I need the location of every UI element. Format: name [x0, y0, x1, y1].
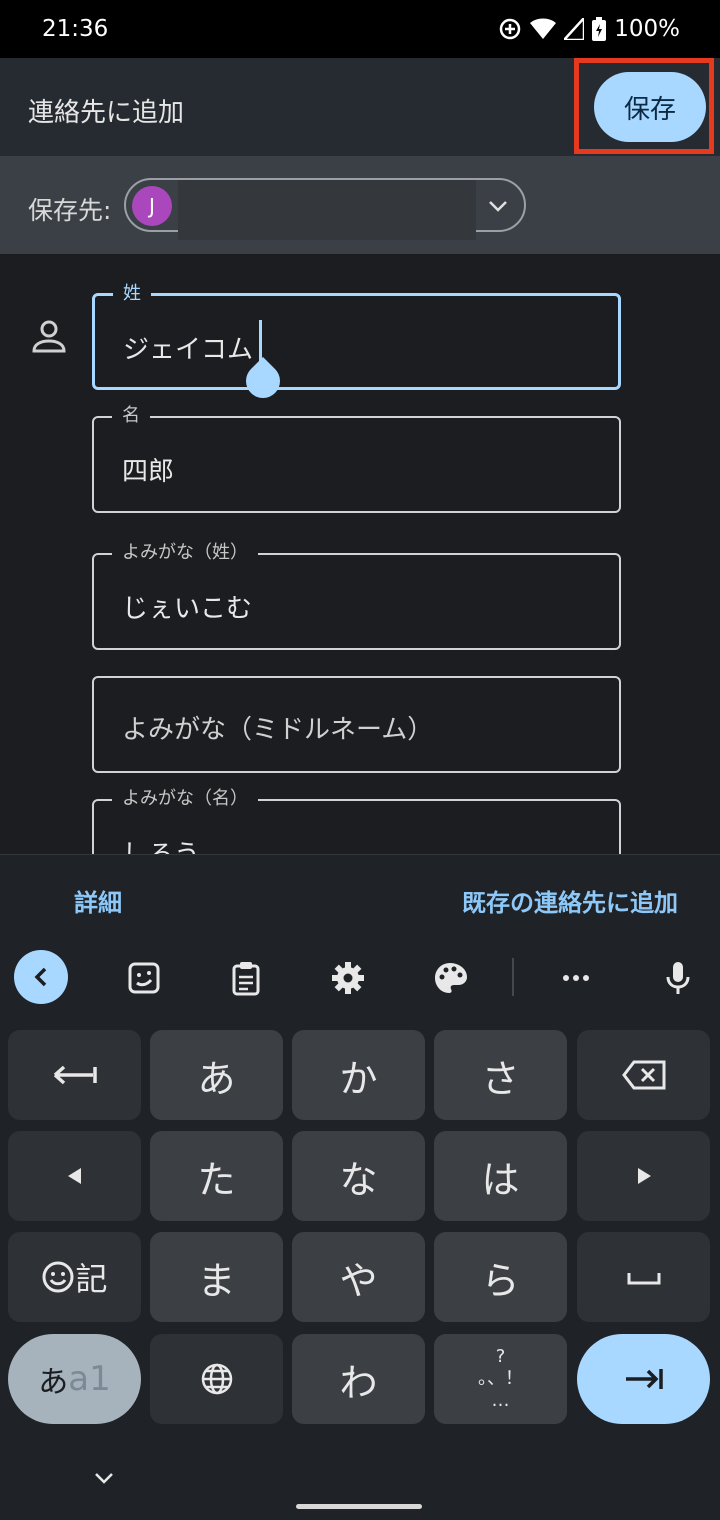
first-name-label: 名 — [112, 404, 150, 428]
phonetic-last-name-value: じぇいこむ — [122, 594, 253, 624]
key-wa[interactable]: わ — [292, 1334, 425, 1424]
more-horizontal-icon — [563, 975, 589, 981]
globe-icon — [201, 1363, 232, 1395]
triangle-right-icon — [637, 1168, 651, 1184]
punct-bottom: … — [491, 1390, 510, 1411]
last-name-field[interactable]: 姓 ジェイコム — [92, 282, 621, 406]
keyboard-hide-icon[interactable] — [92, 1466, 116, 1490]
key-a[interactable]: あ — [150, 1030, 283, 1120]
chevron-left-icon — [34, 967, 47, 987]
mode-kana-label: あ — [38, 1365, 69, 1400]
save-to-label: 保存先: — [28, 196, 112, 225]
add-to-existing-button[interactable]: 既存の連絡先に追加 — [462, 883, 678, 918]
toolbar-divider — [512, 958, 514, 996]
sticker-icon — [128, 962, 160, 994]
account-selector[interactable]: J — [124, 178, 526, 240]
sticker-button[interactable] — [124, 958, 164, 998]
account-name-redacted — [178, 180, 476, 240]
phonetic-middle-name-field[interactable]: よみがな（ミドルネーム） — [92, 676, 621, 773]
key-ha[interactable]: は — [434, 1131, 567, 1221]
status-icons: 100% — [498, 16, 680, 42]
undo-arrow-icon — [53, 1065, 97, 1085]
theme-button[interactable] — [430, 958, 470, 998]
text-cursor — [259, 320, 262, 362]
phonetic-first-name-label: よみがな（名） — [112, 787, 258, 811]
settings-button[interactable] — [328, 958, 368, 998]
key-ya[interactable]: や — [292, 1232, 425, 1322]
clipboard-icon — [232, 962, 260, 996]
symbols-label: 記 — [75, 1260, 108, 1298]
save-button[interactable]: 保存 — [594, 72, 706, 142]
action-bar: 詳細 既存の連絡先に追加 — [0, 854, 720, 939]
details-button[interactable]: 詳細 — [74, 883, 122, 918]
chevron-down-icon — [489, 201, 507, 212]
avatar: J — [132, 186, 172, 226]
wifi-icon — [530, 18, 557, 39]
contact-form: 姓 ジェイコム 名 四郎 よみがな（姓） じぇいこむ よみがな（ミドルネーム） … — [0, 254, 720, 854]
gesture-nav-bar[interactable] — [296, 1504, 422, 1509]
status-bar: 21:36 100% — [0, 0, 720, 58]
phonetic-last-name-field[interactable]: よみがな（姓） じぇいこむ — [92, 541, 621, 650]
input-mode-key[interactable]: あ a1 — [8, 1334, 141, 1424]
undo-key[interactable] — [8, 1030, 141, 1120]
gear-icon — [332, 962, 364, 994]
app-bar: 連絡先に追加 保存 — [0, 58, 720, 156]
cursor-left-key[interactable] — [8, 1131, 141, 1221]
keyboard-back-button[interactable] — [14, 950, 68, 1004]
next-field-key[interactable] — [577, 1334, 710, 1424]
keyboard-toolbar — [0, 938, 720, 1020]
keyboard: あ か さ た な は 記 ま や ら あ a1 わ ? 。、！ … — [0, 938, 720, 1520]
page-title: 連絡先に追加 — [28, 98, 185, 128]
save-to-row: 保存先: J — [0, 156, 720, 254]
last-name-value: ジェイコム — [123, 335, 254, 365]
palette-icon — [435, 963, 467, 993]
phonetic-first-name-value: しろう — [122, 834, 200, 854]
key-na[interactable]: な — [292, 1131, 425, 1221]
status-time: 21:36 — [42, 16, 109, 42]
signal-icon — [564, 18, 585, 40]
punctuation-key[interactable]: ? 。、！ … — [434, 1334, 567, 1424]
person-icon — [32, 320, 66, 353]
space-key[interactable] — [577, 1232, 710, 1322]
clipboard-button[interactable] — [226, 958, 266, 998]
phonetic-first-name-field[interactable]: よみがな（名） しろう — [92, 787, 621, 854]
emoji-symbols-key[interactable]: 記 — [8, 1232, 141, 1322]
more-button[interactable] — [556, 958, 596, 998]
language-key[interactable] — [150, 1334, 283, 1424]
backspace-key[interactable] — [577, 1030, 710, 1120]
key-ka[interactable]: か — [292, 1030, 425, 1120]
punct-mid: 。、！ — [478, 1368, 523, 1389]
punct-top: ? — [495, 1346, 506, 1367]
microphone-icon — [666, 962, 690, 994]
cursor-right-key[interactable] — [577, 1131, 710, 1221]
key-ma[interactable]: ま — [150, 1232, 283, 1322]
tab-arrow-icon — [625, 1369, 663, 1389]
data-saver-icon — [499, 18, 521, 40]
phonetic-middle-name-placeholder: よみがな（ミドルネーム） — [122, 715, 434, 745]
first-name-field[interactable]: 名 四郎 — [92, 404, 621, 513]
battery-charging-icon — [592, 17, 607, 41]
battery-percent: 100% — [614, 16, 680, 42]
smiley-icon — [42, 1261, 74, 1293]
key-ra[interactable]: ら — [434, 1232, 567, 1322]
voice-input-button[interactable] — [658, 958, 698, 998]
phonetic-last-name-label: よみがな（姓） — [112, 541, 258, 565]
last-name-label: 姓 — [113, 282, 151, 306]
first-name-value: 四郎 — [122, 457, 175, 487]
triangle-left-icon — [67, 1168, 81, 1184]
key-ta[interactable]: た — [150, 1131, 283, 1221]
space-icon — [627, 1273, 660, 1285]
mode-alpha-label: a1 — [68, 1359, 111, 1399]
key-sa[interactable]: さ — [434, 1030, 567, 1120]
backspace-icon — [621, 1060, 665, 1090]
